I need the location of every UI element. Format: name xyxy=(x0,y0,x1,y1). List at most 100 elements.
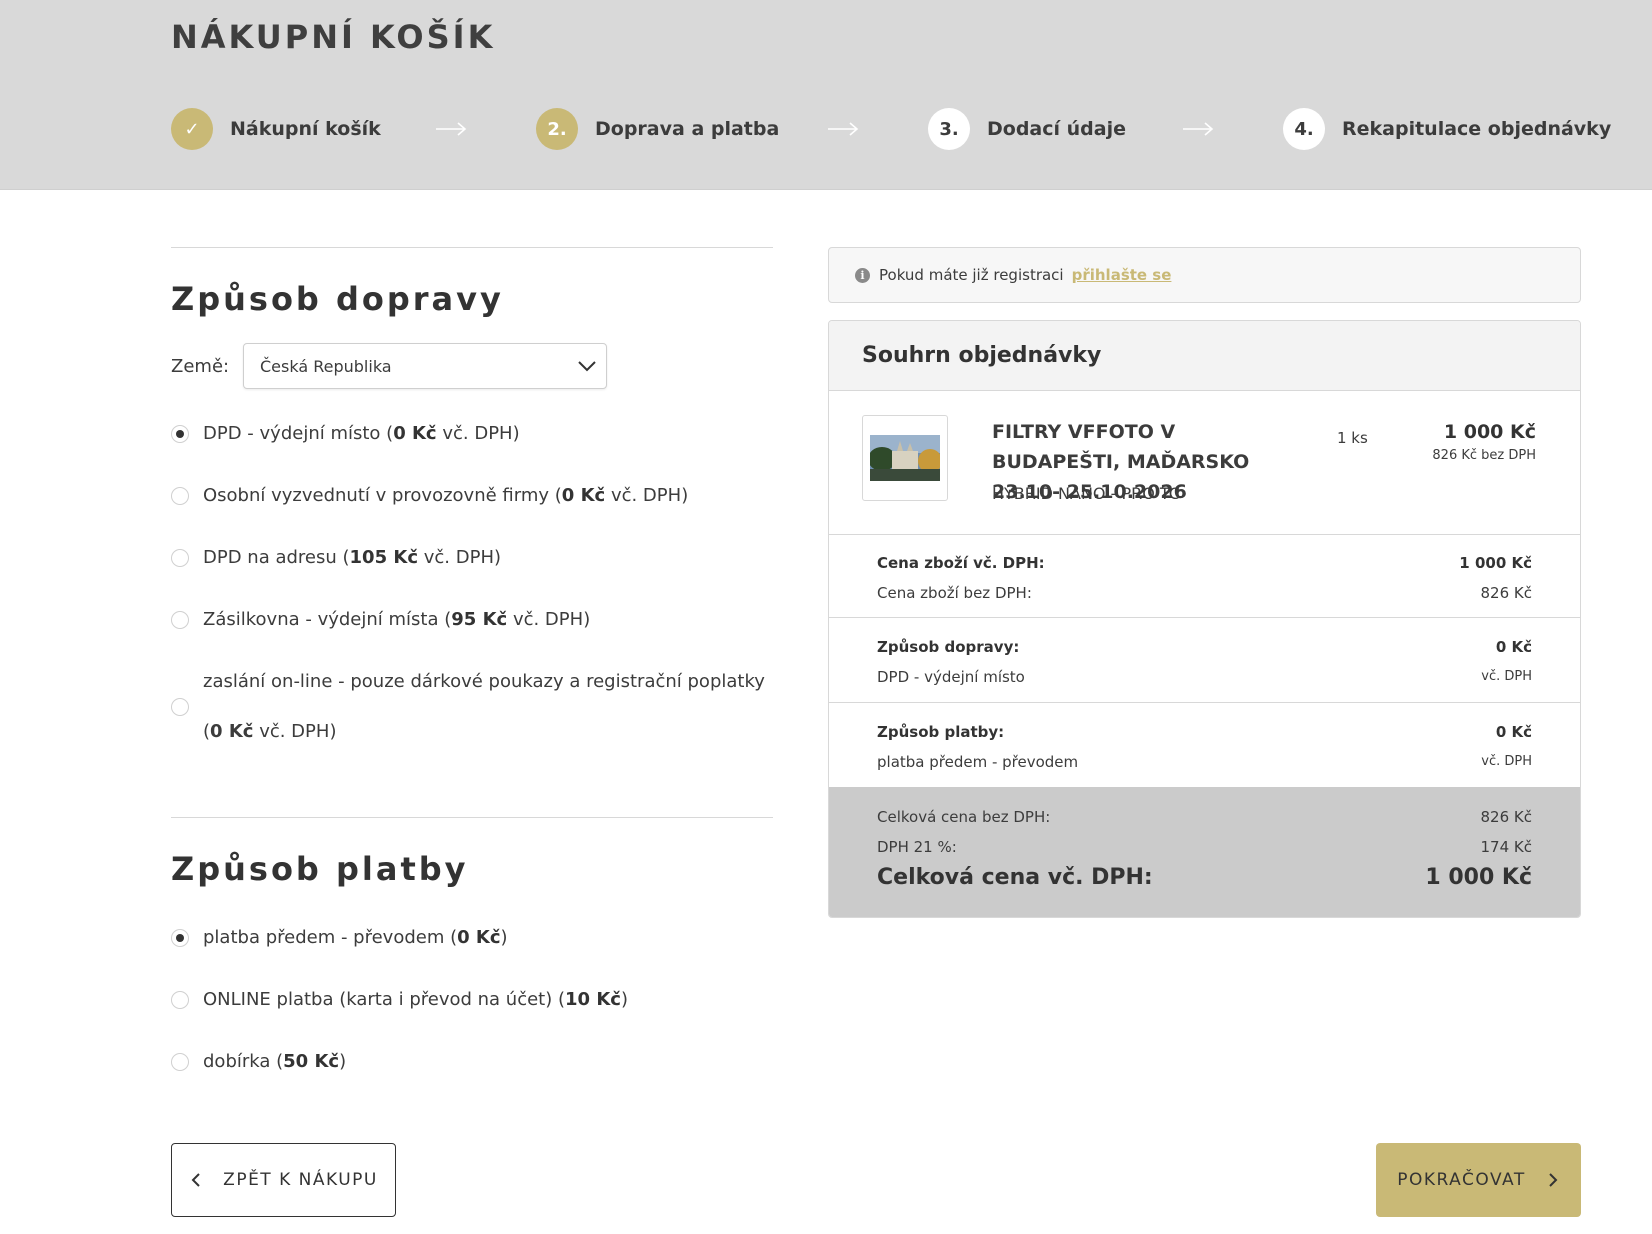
shipping-option-online[interactable]: zaslání on-line - pouze dárkové poukazy … xyxy=(171,666,771,746)
divider xyxy=(829,534,1580,535)
option-suffix: vč. DPH xyxy=(512,609,584,630)
step-label: Doprava a platba xyxy=(595,118,780,140)
goods-excl-value: 826 Kč xyxy=(1480,584,1532,602)
option-name: DPD na adresu xyxy=(203,547,337,568)
login-text: Pokud máte již registraci xyxy=(879,266,1064,284)
divider xyxy=(171,247,773,248)
login-notice: i Pokud máte již registraci přihlašte se xyxy=(828,247,1581,303)
product-price-net: 826 Kč bez DPH xyxy=(1432,448,1536,463)
divider xyxy=(829,617,1580,618)
option-suffix: vč. DPH xyxy=(610,485,682,506)
radio-button[interactable] xyxy=(171,990,189,1009)
option-suffix: vč. DPH xyxy=(423,547,494,568)
info-icon: i xyxy=(855,267,870,283)
payment-method-name: platba předem - převodem xyxy=(877,753,1079,771)
country-value: Česká Republika xyxy=(260,356,392,376)
radio-button[interactable] xyxy=(171,1052,189,1071)
payment-option-cod[interactable]: dobírka (50 Kč) xyxy=(171,1051,346,1072)
option-price: 0 Kč xyxy=(393,423,437,444)
arrow-right-icon xyxy=(828,122,859,136)
divider xyxy=(829,702,1580,703)
shipping-option-personal-pickup[interactable]: Osobní vyzvednutí v provozovně firmy (0 … xyxy=(171,485,688,506)
goods-incl-value: 1 000 Kč xyxy=(1459,554,1532,572)
radio-button[interactable] xyxy=(171,424,189,443)
shipping-method-note: vč. DPH xyxy=(1481,669,1532,684)
option-name: ONLINE platba (karta i převod na účet) xyxy=(203,989,553,1010)
total-excl-label: Celková cena bez DPH: xyxy=(877,808,1051,826)
total-incl-value: 1 000 Kč xyxy=(1425,865,1532,890)
product-variant: HYBRID NANO - PRO TC xyxy=(992,484,1180,503)
total-excl-value: 826 Kč xyxy=(1480,808,1532,826)
page-title: NÁKUPNÍ KOŠÍK xyxy=(171,18,496,56)
chevron-left-icon xyxy=(191,1173,200,1187)
option-price: 95 Kč xyxy=(451,609,508,630)
shipping-title: Způsob dopravy xyxy=(171,280,504,318)
totals-box: Celková cena bez DPH: 826 Kč DPH 21 %: 1… xyxy=(829,787,1580,917)
shipping-method-value: 0 Kč xyxy=(1495,638,1532,656)
check-icon: ✓ xyxy=(171,108,213,150)
option-name: dobírka xyxy=(203,1051,271,1072)
chevron-right-icon xyxy=(1548,1173,1558,1187)
product-thumbnail[interactable] xyxy=(862,415,948,501)
payment-option-transfer[interactable]: platba předem - převodem (0 Kč) xyxy=(171,927,508,948)
step-label: Dodací údaje xyxy=(987,118,1126,140)
vat-label: DPH 21 %: xyxy=(877,838,957,856)
radio-button[interactable] xyxy=(171,610,189,629)
radio-button[interactable] xyxy=(171,928,189,947)
goods-excl-label: Cena zboží bez DPH: xyxy=(877,584,1032,602)
step-number: 2. xyxy=(536,108,578,150)
divider xyxy=(171,817,773,818)
option-suffix: vč. DPH xyxy=(259,721,330,742)
option-name: Osobní vyzvednutí v provozovně firmy xyxy=(203,485,550,506)
radio-button[interactable] xyxy=(171,698,189,716)
option-price: 50 Kč xyxy=(283,1051,340,1072)
radio-button[interactable] xyxy=(171,548,189,567)
option-suffix: vč. DPH xyxy=(442,423,513,444)
arrow-right-icon xyxy=(436,122,467,136)
radio-button[interactable] xyxy=(171,486,189,505)
order-summary: Souhrn objednávky FILTRY VFFOTO V BUDAPE… xyxy=(828,320,1581,918)
shipping-method-name: DPD - výdejní místo xyxy=(877,668,1025,686)
summary-title: Souhrn objednávky xyxy=(862,343,1102,368)
step-label: Rekapitulace objednávky xyxy=(1342,118,1612,140)
option-price: 0 Kč xyxy=(457,927,501,948)
option-name: zaslání on-line - pouze dárkové poukazy … xyxy=(203,671,765,692)
product-quantity: 1 ks xyxy=(1337,429,1368,447)
option-name: platba předem - převodem xyxy=(203,927,445,948)
step-label: Nákupní košík xyxy=(230,118,381,140)
option-name: DPD - výdejní místo xyxy=(203,423,381,444)
back-label: ZPĚT K NÁKUPU xyxy=(223,1170,378,1190)
step-shipping-payment: 2. Doprava a platba xyxy=(536,108,779,150)
login-link[interactable]: přihlašte se xyxy=(1072,266,1172,284)
option-price: 10 Kč xyxy=(565,989,621,1010)
step-recap: 4. Rekapitulace objednávky xyxy=(1283,108,1611,150)
payment-title: Způsob platby xyxy=(171,850,469,888)
checkout-header: NÁKUPNÍ KOŠÍK ✓ Nákupní košík 2. Doprava… xyxy=(0,0,1652,190)
country-select[interactable]: Česká Republika xyxy=(243,343,607,389)
back-to-shop-button[interactable]: ZPĚT K NÁKUPU xyxy=(171,1143,396,1217)
step-cart[interactable]: ✓ Nákupní košík xyxy=(171,108,381,150)
step-number: 4. xyxy=(1283,108,1325,150)
option-price: 0 Kč xyxy=(210,721,254,742)
option-price: 105 Kč xyxy=(349,547,418,568)
option-price: 0 Kč xyxy=(561,485,606,506)
shipping-option-dpd-pickup[interactable]: DPD - výdejní místo (0 Kč vč. DPH) xyxy=(171,423,520,444)
option-name: Zásilkovna - výdejní místa xyxy=(203,609,439,630)
arrow-right-icon xyxy=(1183,122,1214,136)
chevron-down-icon xyxy=(578,361,596,372)
product-image xyxy=(870,435,940,481)
total-incl-label: Celková cena vč. DPH: xyxy=(877,865,1153,890)
country-label: Země: xyxy=(171,356,230,377)
continue-label: POKRAČOVAT xyxy=(1397,1170,1526,1190)
goods-incl-label: Cena zboží vč. DPH: xyxy=(877,554,1045,572)
summary-header: Souhrn objednávky xyxy=(829,321,1580,391)
step-delivery-details: 3. Dodací údaje xyxy=(928,108,1126,150)
payment-method-value: 0 Kč xyxy=(1495,723,1532,741)
shipping-method-label: Způsob dopravy: xyxy=(877,638,1020,656)
payment-method-label: Způsob platby: xyxy=(877,723,1005,741)
continue-button[interactable]: POKRAČOVAT xyxy=(1376,1143,1581,1217)
step-number: 3. xyxy=(928,108,970,150)
payment-option-online[interactable]: ONLINE platba (karta i převod na účet) (… xyxy=(171,989,628,1010)
shipping-option-dpd-address[interactable]: DPD na adresu (105 Kč vč. DPH) xyxy=(171,547,501,568)
shipping-option-zasilkovna[interactable]: Zásilkovna - výdejní místa (95 Kč vč. DP… xyxy=(171,609,590,630)
